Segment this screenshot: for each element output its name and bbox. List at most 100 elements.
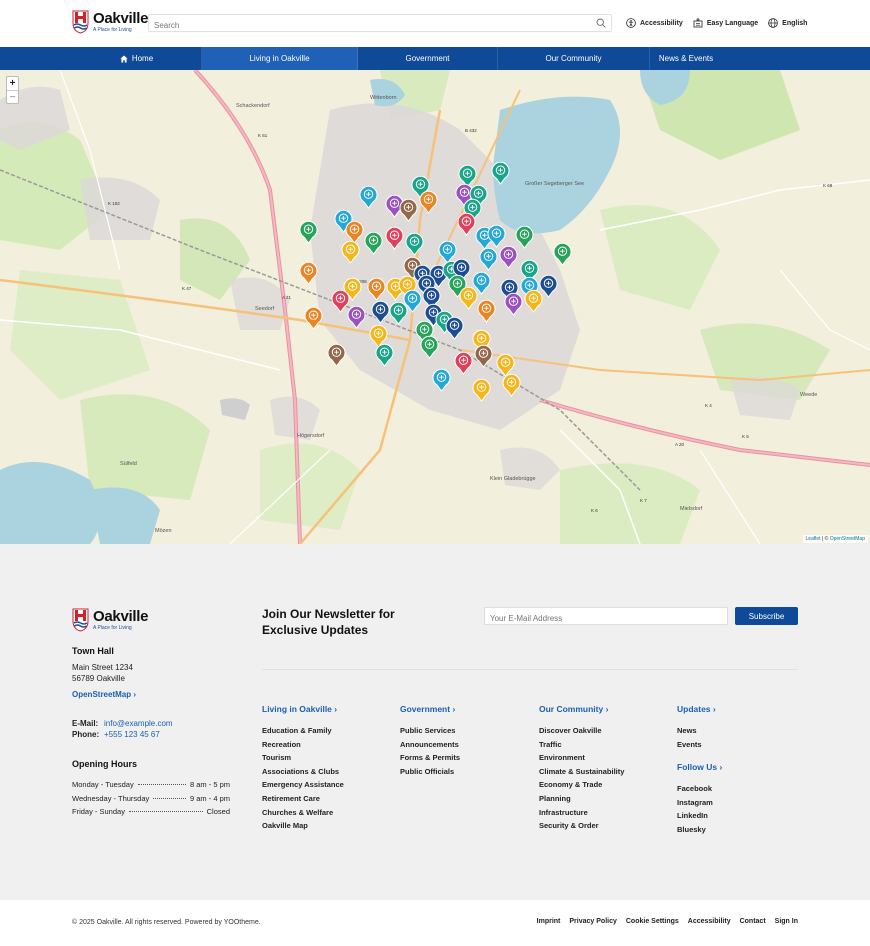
zoom-out-button[interactable]: − <box>7 90 18 103</box>
map-marker-green[interactable] <box>299 220 318 244</box>
newsletter-email-input[interactable] <box>485 610 727 627</box>
openstreetmap-footer-link[interactable]: OpenStreetMap › <box>72 690 136 699</box>
footer-link[interactable]: Emergency Assistance <box>262 780 344 794</box>
footer-link[interactable]: Infrastructure <box>539 808 624 822</box>
map-marker-cyan[interactable] <box>359 185 378 209</box>
email-link[interactable]: info@example.com <box>104 719 173 728</box>
footer-link[interactable]: Retirement Care <box>262 794 344 808</box>
nav-news-events[interactable]: News & Events <box>650 47 798 70</box>
easy-language-link[interactable]: Easy Language <box>693 18 758 28</box>
map-marker-teal[interactable] <box>375 343 394 367</box>
map-marker-orange[interactable] <box>419 190 438 214</box>
map-marker-purple[interactable] <box>347 305 366 329</box>
map-marker-navy[interactable] <box>371 300 390 324</box>
accessibility-footer-link[interactable]: Accessibility <box>688 918 731 925</box>
footer-link[interactable]: Associations & Clubs <box>262 767 344 781</box>
map-marker-green[interactable] <box>553 242 572 266</box>
openstreetmap-link[interactable]: OpenStreetMap <box>830 536 865 542</box>
nav-news-label: News & Events <box>658 54 714 63</box>
map-marker-teal[interactable] <box>405 232 424 256</box>
nav-our-community[interactable]: Our Community <box>498 47 650 70</box>
accessibility-icon <box>626 18 636 28</box>
easy-language-icon <box>693 18 703 28</box>
map-marker-yellow[interactable] <box>459 286 478 310</box>
map-marker-yellow[interactable] <box>472 378 491 402</box>
footer-col-updates-title[interactable]: Updates › <box>677 704 716 714</box>
imprint-link[interactable]: Imprint <box>537 918 561 925</box>
map-marker-yellow[interactable] <box>502 373 521 397</box>
footer-follow-title[interactable]: Follow Us › <box>677 762 722 772</box>
zoom-in-button[interactable]: + <box>7 77 18 90</box>
map-marker-green[interactable] <box>364 231 383 255</box>
map-marker-cyan[interactable] <box>432 368 451 392</box>
map-marker-teal[interactable] <box>389 301 408 325</box>
map-marker-red[interactable] <box>457 212 476 236</box>
map-marker-purple[interactable] <box>499 245 518 269</box>
sign-in-link[interactable]: Sign In <box>775 918 798 925</box>
map-marker-cyan[interactable] <box>479 247 498 271</box>
map-marker-orange[interactable] <box>477 299 496 323</box>
map-marker-navy[interactable] <box>445 316 464 340</box>
nav-home[interactable]: Home <box>0 47 202 70</box>
footer-link[interactable]: Public Officials <box>400 767 460 781</box>
leaflet-link[interactable]: Leaflet <box>806 536 821 542</box>
map-marker-red[interactable] <box>385 226 404 250</box>
footer-link[interactable]: Forms & Permits <box>400 753 460 767</box>
phone-link[interactable]: +555 123 45 67 <box>104 730 160 739</box>
map-marker-orange[interactable] <box>299 261 318 285</box>
chevron-right-icon: › <box>452 704 456 714</box>
footer-link[interactable]: Oakville Map <box>262 821 344 835</box>
footer-col-living-title[interactable]: Living in Oakville › <box>262 704 337 714</box>
search-icon[interactable] <box>596 18 606 28</box>
footer-link[interactable]: Traffic <box>539 740 624 754</box>
footer-link[interactable]: Churches & Welfare <box>262 808 344 822</box>
main-navigation: Home Living in Oakville Government Our C… <box>0 47 870 70</box>
footer-link[interactable]: Discover Oakville <box>539 726 624 740</box>
footer-col-community-title[interactable]: Our Community › <box>539 704 608 714</box>
map-marker-brown[interactable] <box>474 344 493 368</box>
language-switcher[interactable]: English <box>768 18 807 28</box>
map-marker-green[interactable] <box>420 335 439 359</box>
social-link-linkedin[interactable]: LinkedIn <box>677 811 713 825</box>
social-link-facebook[interactable]: Facebook <box>677 784 713 798</box>
footer-link[interactable]: Announcements <box>400 740 460 754</box>
nav-living-in-oakville[interactable]: Living in Oakville <box>202 47 358 70</box>
footer-link[interactable]: Events <box>677 740 702 754</box>
map-marker-orange[interactable] <box>304 306 323 330</box>
footer-link[interactable]: Tourism <box>262 753 344 767</box>
footer-link[interactable]: Recreation <box>262 740 344 754</box>
footer-col-government-title[interactable]: Government › <box>400 704 455 714</box>
map-marker-teal[interactable] <box>491 161 510 185</box>
footer-link[interactable]: News <box>677 726 702 740</box>
city-map[interactable]: Großer Segeberger See Klein Gladebrügge … <box>0 70 870 544</box>
newsletter-input-box <box>484 607 728 627</box>
footer-link[interactable]: Environment <box>539 753 624 767</box>
footer-logo[interactable]: Oakville A Place for Living <box>72 608 148 632</box>
map-marker-yellow[interactable] <box>524 289 543 313</box>
town-hall-street: Main Street 1234 <box>72 663 133 672</box>
map-marker-orange[interactable] <box>367 277 386 301</box>
nav-government[interactable]: Government <box>358 47 498 70</box>
chevron-right-icon: › <box>605 704 609 714</box>
map-marker-red[interactable] <box>454 351 473 375</box>
footer-link[interactable]: Economy & Trade <box>539 780 624 794</box>
accessibility-link[interactable]: Accessibility <box>626 18 683 28</box>
subscribe-button[interactable]: Subscribe <box>735 607 798 625</box>
footer-link[interactable]: Planning <box>539 794 624 808</box>
map-marker-purple[interactable] <box>504 292 523 316</box>
footer-link[interactable]: Security & Order <box>539 821 624 835</box>
map-marker-brown[interactable] <box>327 343 346 367</box>
cookie-settings-link[interactable]: Cookie Settings <box>626 918 679 925</box>
footer-link[interactable]: Public Services <box>400 726 460 740</box>
privacy-policy-link[interactable]: Privacy Policy <box>569 918 616 925</box>
footer-follow-list: Facebook Instagram LinkedIn Bluesky <box>677 784 713 838</box>
social-link-instagram[interactable]: Instagram <box>677 798 713 812</box>
map-marker-yellow[interactable] <box>341 240 360 264</box>
footer-link[interactable]: Education & Family <box>262 726 344 740</box>
contact-link[interactable]: Contact <box>740 918 766 925</box>
map-marker-brown[interactable] <box>399 198 418 222</box>
social-link-bluesky[interactable]: Bluesky <box>677 825 713 839</box>
footer-link[interactable]: Climate & Sustainability <box>539 767 624 781</box>
search-input[interactable] <box>149 17 579 34</box>
site-logo[interactable]: Oakville A Place for Living <box>72 10 148 34</box>
